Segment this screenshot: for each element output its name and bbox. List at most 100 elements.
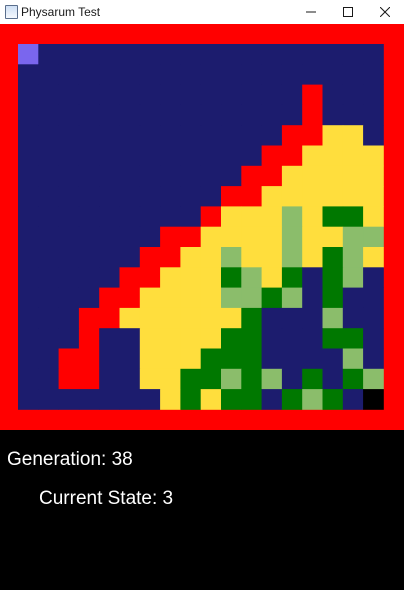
grid-cell [18, 226, 39, 248]
grid-cell [58, 125, 80, 146]
generation-label: Generation: 38 [7, 449, 133, 470]
grid-cell [18, 247, 39, 268]
grid-cell [58, 307, 80, 329]
grid-cell [342, 287, 364, 309]
grid-cell [363, 368, 384, 390]
grid-cell [18, 348, 39, 370]
grid-cell [18, 165, 39, 187]
grid-cell [160, 328, 181, 349]
grid-cell [200, 145, 222, 167]
grid-cell [200, 64, 222, 85]
grid-cell [302, 64, 323, 85]
grid-cell [342, 267, 364, 288]
grid-cell [200, 368, 222, 390]
grid-cell [180, 125, 202, 146]
grid-cell [78, 307, 100, 329]
grid-cell [200, 206, 222, 228]
grid-cell [363, 44, 384, 65]
grid-cell [221, 287, 242, 309]
grid-cell [18, 368, 39, 390]
grid-cell [139, 104, 161, 126]
grid-cell [322, 64, 344, 85]
grid-cell [119, 145, 141, 167]
grid-cell [38, 64, 59, 85]
grid-cell [139, 44, 161, 65]
grid-cell [160, 84, 181, 106]
grid-cell [261, 206, 283, 228]
grid-cell [241, 348, 262, 370]
grid-cell [99, 44, 120, 65]
grid-cell [261, 389, 283, 410]
grid-cell [221, 226, 242, 248]
grid-cell [322, 267, 344, 288]
grid-cell [180, 226, 202, 248]
grid-cell [302, 104, 323, 126]
grid-cell [38, 226, 59, 248]
maximize-button[interactable] [330, 0, 366, 24]
grid-cell [221, 307, 242, 329]
grid-cell [180, 186, 202, 207]
grid-cell [78, 84, 100, 106]
grid-cell [78, 206, 100, 228]
grid-cell [363, 165, 384, 187]
grid-cell [160, 348, 181, 370]
grid-cell [221, 64, 242, 85]
grid-cell [180, 368, 202, 390]
grid-cell [241, 328, 262, 349]
grid-cell [38, 287, 59, 309]
grid-cell [261, 328, 283, 349]
grid-cell [241, 165, 262, 187]
grid-cell [302, 226, 323, 248]
grid-cell [78, 348, 100, 370]
grid-cell [261, 368, 283, 390]
minimize-button[interactable] [293, 0, 329, 24]
grid-cell [180, 165, 202, 187]
grid-cell [363, 287, 384, 309]
grid-cell [302, 186, 323, 207]
grid-cell [38, 328, 59, 349]
grid-cell [322, 125, 344, 146]
grid-cell [261, 84, 283, 106]
grid-cell [281, 247, 303, 268]
grid-cell [99, 267, 120, 288]
grid-cell [18, 84, 39, 106]
grid-cell [261, 44, 283, 65]
grid-cell [322, 44, 344, 65]
grid-cell [241, 389, 262, 410]
grid-cell [221, 368, 242, 390]
cell-grid [18, 44, 384, 410]
grid-cell [160, 247, 181, 268]
grid-cell [261, 348, 283, 370]
grid-cell [58, 206, 80, 228]
grid-cell [322, 348, 344, 370]
grid-cell [78, 125, 100, 146]
grid-cell [58, 226, 80, 248]
grid-cell [78, 145, 100, 167]
grid-cell [160, 206, 181, 228]
grid-cell [241, 104, 262, 126]
grid-cell [221, 104, 242, 126]
simulation-canvas [0, 24, 404, 430]
grid-cell [200, 287, 222, 309]
grid-cell [241, 206, 262, 228]
close-button[interactable] [367, 0, 403, 24]
grid-cell [322, 206, 344, 228]
grid-cell [342, 226, 364, 248]
grid-cell [221, 348, 242, 370]
grid-cell [58, 186, 80, 207]
grid-cell [221, 145, 242, 167]
grid-cell [302, 145, 323, 167]
grid-cell [160, 64, 181, 85]
grid-cell [78, 287, 100, 309]
grid-cell [322, 145, 344, 167]
grid-cell [119, 348, 141, 370]
grid-cell [322, 287, 344, 309]
grid-cell [322, 84, 344, 106]
grid-cell [180, 267, 202, 288]
grid-cell [363, 267, 384, 288]
grid-cell [221, 247, 242, 268]
grid-cell [281, 165, 303, 187]
grid-cell [180, 206, 202, 228]
grid-cell [119, 165, 141, 187]
grid-cell [342, 145, 364, 167]
